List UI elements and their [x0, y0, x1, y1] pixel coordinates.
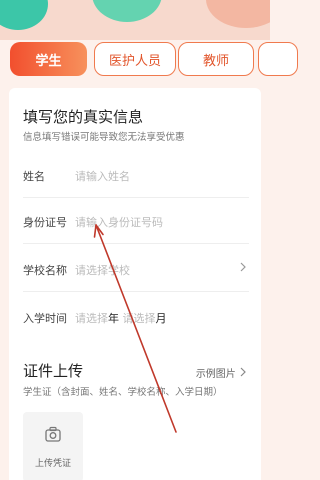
- info-section-title: 填写您的真实信息: [23, 108, 144, 126]
- enrollment-year-select[interactable]: 请选择年 请选择月: [75, 310, 167, 326]
- sample-image-link[interactable]: 示例图片: [196, 365, 247, 380]
- upload-credential-button[interactable]: 上传凭证: [23, 412, 83, 480]
- banner-decoration: [0, 0, 48, 30]
- chevron-right-icon: [240, 262, 246, 272]
- tab-teacher[interactable]: 教师: [178, 42, 254, 76]
- tab-student[interactable]: 学生: [10, 42, 87, 76]
- chevron-right-icon: [240, 367, 246, 377]
- name-input[interactable]: 请输入姓名: [75, 168, 130, 184]
- month-placeholder: 请选择: [122, 312, 156, 325]
- upload-label: 上传凭证: [34, 459, 71, 469]
- name-field-row[interactable]: 姓名 请输入姓名: [23, 152, 249, 198]
- year-placeholder: 请选择: [75, 312, 108, 325]
- tab-medical-staff[interactable]: 医护人员: [94, 42, 176, 76]
- banner-decoration: [206, 0, 270, 28]
- year-unit: 年: [108, 312, 119, 325]
- sample-image-link-label: 示例图片: [195, 369, 236, 380]
- school-select[interactable]: 请选择学校: [75, 262, 130, 278]
- id-number-label: 身份证号: [23, 216, 67, 229]
- document-section-title: 证件上传: [23, 362, 84, 380]
- top-banner: [0, 0, 270, 40]
- id-number-input[interactable]: 请输入身份证号码: [75, 214, 163, 230]
- form-card: 填写您的真实信息 信息填写错误可能导致您无法享受优惠 姓名 请输入姓名 身份证号…: [9, 88, 261, 480]
- month-unit: 月: [155, 312, 167, 325]
- tab-more[interactable]: [258, 42, 298, 76]
- school-field-row[interactable]: 学校名称 请选择学校: [23, 246, 249, 292]
- info-section-subtitle: 信息填写错误可能导致您无法享受优惠: [23, 132, 185, 143]
- identity-tabs: 学生 医护人员 教师: [10, 42, 298, 78]
- document-section-subtitle: 学生证（含封面、姓名、学校名称、入学日期）: [23, 387, 223, 398]
- school-label: 学校名称: [23, 264, 67, 277]
- enrollment-date-label: 入学时间: [23, 312, 67, 325]
- banner-decoration: [92, 0, 162, 22]
- camera-icon: [45, 426, 61, 442]
- id-number-field-row[interactable]: 身份证号 请输入身份证号码: [23, 198, 249, 244]
- enrollment-date-field-row[interactable]: 入学时间 请选择年 请选择月: [23, 294, 249, 340]
- name-label: 姓名: [23, 170, 45, 183]
